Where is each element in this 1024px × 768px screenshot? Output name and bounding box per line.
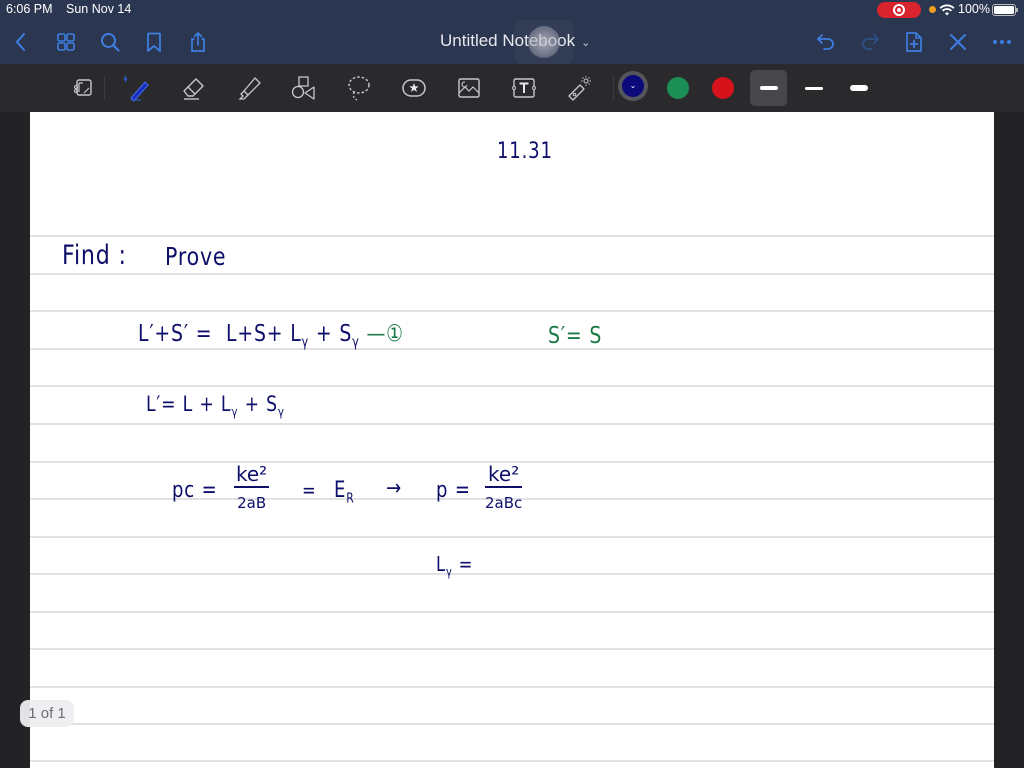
- ruled-line: [30, 686, 994, 688]
- equation-3-energy: ER: [334, 478, 355, 507]
- equation-1-marker: —①: [366, 321, 404, 347]
- problem-number: 11.31: [497, 139, 553, 164]
- elements-tool[interactable]: [397, 72, 431, 104]
- text-icon: [512, 78, 536, 98]
- add-page-icon: [906, 32, 922, 52]
- equation-4: Lγ =: [436, 552, 474, 579]
- screen-record-icon[interactable]: [877, 2, 921, 18]
- ruled-line: [30, 611, 994, 613]
- thumbnails-icon: [57, 33, 75, 51]
- image-icon: [458, 78, 480, 98]
- search-button[interactable]: [97, 29, 123, 55]
- read-mode-tool[interactable]: [66, 72, 100, 104]
- shapes-tool[interactable]: [286, 72, 320, 104]
- elements-icon: [402, 79, 426, 97]
- laser-pointer-tool[interactable]: [562, 72, 596, 104]
- image-tool[interactable]: [452, 72, 486, 104]
- equation-1: L′+S′ = L+S+ Lγ + Sγ —①: [138, 321, 404, 351]
- ruled-line: [30, 760, 994, 762]
- ruled-line: [30, 536, 994, 538]
- clock: 6:06 PM: [6, 2, 53, 16]
- notebook-page[interactable]: 11.31 Find : Prove L′+S′ = L+S+ Lγ + Sγ …: [30, 112, 994, 768]
- thickness-medium[interactable]: [760, 86, 778, 90]
- date: Sun Nov 14: [66, 2, 132, 16]
- wifi-icon: [939, 4, 955, 16]
- tool-bar: [0, 64, 1024, 112]
- touch-indicator: [514, 20, 574, 64]
- shapes-icon: [291, 76, 315, 100]
- bookmark-button[interactable]: [141, 29, 167, 55]
- chevron-down-icon: ⌄: [581, 37, 591, 49]
- toolbar-divider: [613, 76, 614, 100]
- pen-icon: [123, 75, 149, 102]
- color-swatch-green[interactable]: [667, 77, 689, 99]
- redo-button[interactable]: [857, 29, 883, 55]
- more-icon: [993, 40, 1011, 44]
- side-note: S′= S: [548, 323, 603, 349]
- eraser-tool[interactable]: [176, 72, 210, 104]
- ruled-line: [30, 385, 994, 387]
- status-bar: 6:06 PM Sun Nov 14 100%: [0, 0, 1024, 20]
- undo-icon: [816, 34, 834, 50]
- highlighter-tool[interactable]: [232, 72, 266, 104]
- ruled-line: [30, 423, 994, 425]
- undo-button[interactable]: [813, 29, 839, 55]
- add-page-button[interactable]: [901, 29, 927, 55]
- mic-indicator-icon: [929, 6, 936, 13]
- color-swatch-navy[interactable]: ⌄: [618, 71, 648, 101]
- find-label: Find :: [62, 240, 127, 271]
- chevron-down-icon: ⌄: [622, 75, 644, 97]
- close-button[interactable]: [945, 29, 971, 55]
- bookmark-icon: [147, 32, 161, 52]
- ruled-line: [30, 235, 994, 237]
- close-icon: [950, 34, 966, 50]
- text-tool[interactable]: [507, 72, 541, 104]
- ruled-line: [30, 648, 994, 650]
- nav-bar: Untitled Notebook ⌄: [0, 20, 1024, 64]
- eraser-icon: [183, 78, 204, 100]
- prove-label: Prove: [165, 242, 227, 271]
- thickness-thick[interactable]: [850, 85, 868, 91]
- thumbnails-button[interactable]: [53, 29, 79, 55]
- battery-icon: [992, 4, 1018, 16]
- ruled-line: [30, 723, 994, 725]
- share-icon: [191, 31, 205, 52]
- read-mode-icon: [73, 79, 92, 96]
- toolbar-divider: [104, 76, 105, 100]
- share-button[interactable]: [185, 29, 211, 55]
- back-button[interactable]: [8, 29, 34, 55]
- highlighter-icon: [238, 77, 261, 100]
- fraction-1: ke² 2aB: [234, 462, 270, 512]
- equation-3-lhs: pc =: [172, 478, 218, 503]
- laser-pointer-icon: [568, 76, 591, 101]
- pen-tool[interactable]: [120, 72, 154, 104]
- more-button[interactable]: [989, 29, 1015, 55]
- equation-3-p: p =: [436, 478, 471, 503]
- lasso-icon: [348, 76, 370, 101]
- equation-2: L′= L + Lγ + Sγ: [146, 392, 285, 420]
- ruled-line: [30, 273, 994, 275]
- thickness-thin[interactable]: [805, 87, 823, 90]
- redo-icon: [862, 34, 880, 50]
- ruled-line: [30, 573, 994, 575]
- page-indicator[interactable]: 1 of 1: [20, 700, 74, 727]
- ruled-line: [30, 310, 994, 312]
- lasso-tool[interactable]: [342, 72, 376, 104]
- battery-percent: 100%: [958, 2, 990, 16]
- back-icon: [15, 33, 25, 51]
- color-swatch-red[interactable]: [712, 77, 734, 99]
- equation-3-arrow: →: [386, 476, 402, 501]
- equation-3-eq: =: [302, 478, 317, 502]
- fraction-2: ke² 2aBc: [485, 462, 523, 512]
- search-icon: [101, 33, 120, 52]
